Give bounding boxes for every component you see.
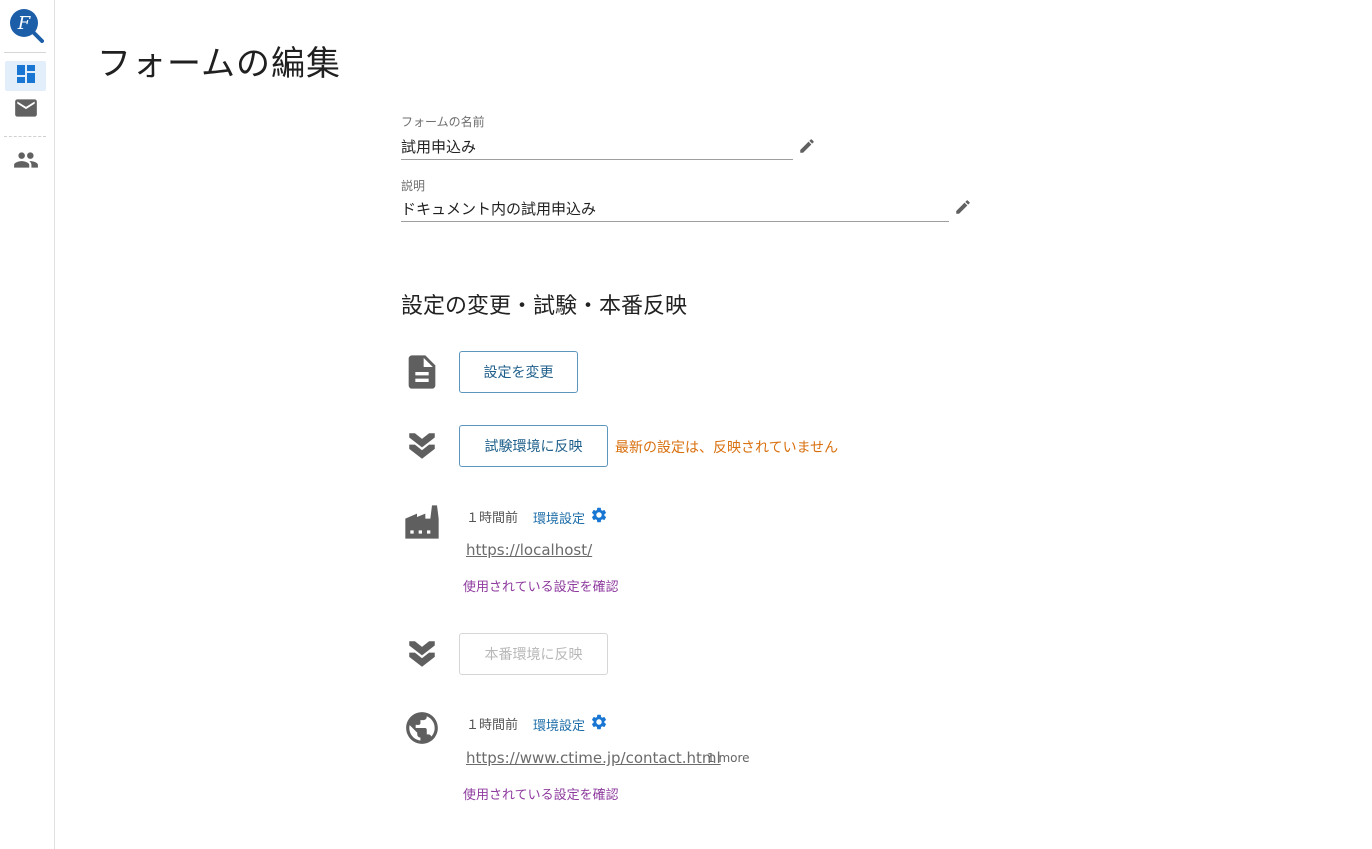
globe-icon (402, 708, 442, 748)
prod-env-settings-link[interactable]: 環境設定 (533, 713, 608, 735)
form-name-input[interactable] (401, 134, 793, 160)
sidebar-divider (4, 52, 46, 53)
test-env-settings-link[interactable]: 環境設定 (533, 506, 608, 528)
prod-check-settings-link[interactable]: 使用されている設定を確認 (463, 784, 619, 803)
sidebar: F (0, 0, 55, 849)
document-icon (402, 352, 442, 392)
sidebar-item-dashboard[interactable] (5, 61, 46, 91)
deploy-section-heading: 設定の変更・試験・本番反映 (401, 294, 688, 319)
sidebar-item-users[interactable] (5, 147, 46, 177)
double-chevron-down-icon (402, 426, 442, 466)
sidebar-item-mail[interactable] (5, 95, 46, 125)
dashboard-icon (14, 62, 38, 90)
test-warning-text: 最新の設定は、反映されていません (615, 440, 839, 456)
people-icon (13, 147, 39, 177)
page-title: フォームの編集 (97, 44, 341, 84)
prod-deploy-time: １時間前 (466, 718, 519, 733)
change-settings-button[interactable]: 設定を変更 (459, 351, 578, 393)
env-settings-label: 環境設定 (533, 718, 586, 734)
env-settings-label: 環境設定 (533, 511, 586, 527)
description-input[interactable] (401, 196, 949, 222)
description-label: 説明 (401, 179, 426, 193)
sidebar-divider (4, 136, 46, 137)
double-chevron-down-icon (402, 634, 442, 674)
app-logo[interactable]: F (8, 7, 44, 43)
form-name-label: フォームの名前 (401, 115, 485, 129)
deploy-production-button[interactable]: 本番環境に反映 (459, 633, 608, 675)
test-env-url[interactable]: https://localhost/ (466, 541, 592, 559)
factory-icon (402, 502, 442, 542)
mail-icon (13, 95, 39, 125)
pencil-icon (798, 137, 816, 159)
prod-env-url[interactable]: https://www.ctime.jp/contact.html (466, 749, 721, 767)
test-check-settings-link[interactable]: 使用されている設定を確認 (463, 576, 619, 595)
edit-name-button[interactable] (796, 137, 818, 159)
gear-icon (590, 713, 608, 735)
svg-text:F: F (17, 13, 32, 34)
pencil-icon (954, 198, 972, 220)
edit-description-button[interactable] (952, 198, 974, 220)
gear-icon (590, 506, 608, 528)
test-deploy-time: １時間前 (466, 511, 519, 526)
more-urls-badge[interactable]: 1 more (707, 751, 750, 765)
deploy-test-button[interactable]: 試験環境に反映 (459, 425, 608, 467)
